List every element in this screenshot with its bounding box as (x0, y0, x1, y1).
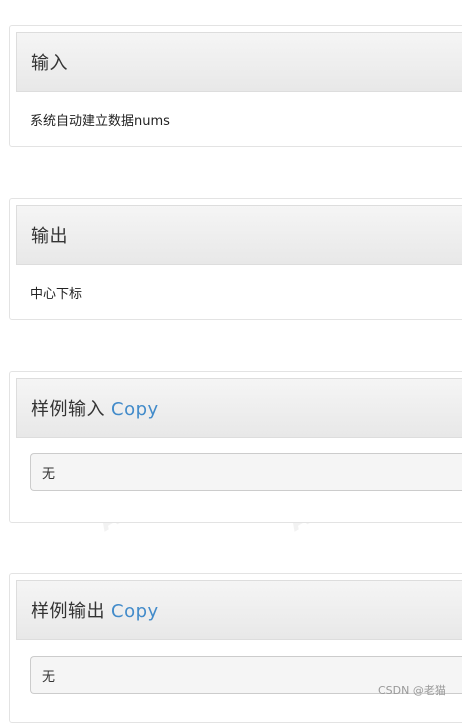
footer-credit: CSDN @老猫 (378, 684, 446, 697)
sample-input-value: 无 (42, 466, 56, 482)
sample-output-panel: 样例输出 Copy 无 (9, 573, 462, 723)
sample-output-value: 无 (42, 669, 56, 685)
sample-input-panel-title: 样例输入 Copy (31, 395, 159, 421)
sample-output-panel-header: 样例输出 Copy (16, 580, 462, 640)
sample-input-panel: 样例输入 Copy 无 (9, 371, 462, 523)
output-description: 中心下标 (30, 287, 83, 302)
sample-input-panel-header: 样例输入 Copy (16, 378, 462, 438)
input-panel: 输入 系统自动建立数据nums (9, 25, 462, 147)
output-panel: 输出 中心下标 (9, 198, 462, 320)
sample-output-panel-title: 样例输出 Copy (31, 597, 159, 623)
input-panel-header: 输入 (16, 32, 462, 92)
input-description: 系统自动建立数据nums (30, 114, 170, 129)
sample-input-title-text: 样例输入 (31, 399, 105, 420)
sample-output-title-text: 样例输出 (31, 601, 105, 622)
sample-input-copy-link[interactable]: Copy (111, 399, 159, 420)
output-panel-title: 输出 (31, 226, 68, 247)
input-panel-title: 输入 (31, 53, 68, 74)
sample-input-box: 无 (30, 453, 462, 491)
output-panel-header: 输出 (16, 205, 462, 265)
sample-output-copy-link[interactable]: Copy (111, 601, 159, 622)
